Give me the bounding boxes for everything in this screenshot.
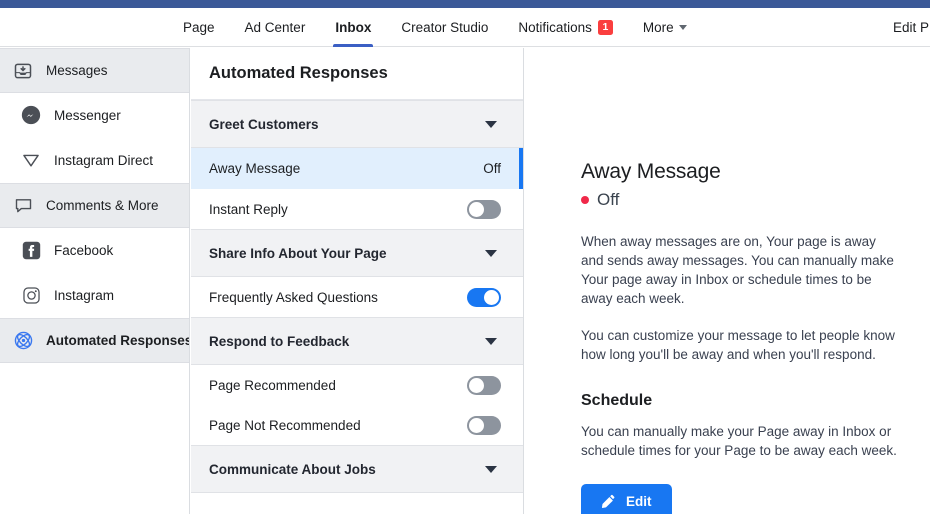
nav-tab-label: More [642, 20, 674, 35]
detail-status: Off [581, 190, 900, 210]
section-header-communicate-about-jobs[interactable]: Communicate About Jobs [191, 445, 523, 493]
sidebar-item-label: Facebook [54, 242, 114, 258]
edit-button-label: Edit [626, 494, 652, 509]
chevron-down-icon[interactable] [485, 465, 497, 473]
sidebar-item-messenger[interactable]: Messenger [0, 93, 189, 138]
toggle-switch[interactable] [467, 375, 501, 395]
list-item-instant-reply[interactable]: Instant Reply [191, 189, 523, 229]
sidebar-item-automated-responses[interactable]: Automated Responses [0, 318, 189, 363]
nav-tab-label: Page [183, 20, 215, 35]
list-item-page-recommended[interactable]: Page Recommended [191, 365, 523, 405]
sidebar-item-label: Instagram [54, 287, 115, 303]
sidebar-item-label: Instagram Direct [54, 152, 154, 168]
automation-atom-icon [12, 330, 34, 352]
sidebar-item-facebook[interactable]: Facebook [0, 228, 189, 273]
list-item-label: Page Not Recommended [209, 417, 361, 433]
toggle-knob [484, 289, 499, 305]
list-item-page-not-recommended[interactable]: Page Not Recommended [191, 405, 523, 445]
detail-status-label: Off [597, 190, 620, 209]
sidebar-item-instagram[interactable]: Instagram [0, 273, 189, 318]
sidebar-item-label: Comments & More [46, 198, 159, 213]
section-header-label: Respond to Feedback [209, 333, 350, 349]
edit-button[interactable]: Edit [581, 484, 672, 514]
section-header-respond-to-feedback[interactable]: Respond to Feedback [191, 317, 523, 365]
detail-title: Away Message [581, 160, 721, 183]
notifications-badge: 1 [597, 20, 613, 35]
sidebar-item-messages[interactable]: Messages [0, 48, 189, 93]
detail-panel: Away Message Off When away messages are … [525, 48, 930, 514]
chevron-down-icon[interactable] [485, 337, 497, 345]
nav-tab-inbox[interactable]: Inbox [320, 8, 386, 47]
schedule-heading: Schedule [581, 392, 653, 409]
nav-tab-more[interactable]: More [628, 8, 702, 47]
list-item-label: Frequently Asked Questions [209, 289, 378, 305]
nav-tab-label: Inbox [335, 20, 372, 35]
detail-paragraph-3: You can manually make your Page away in … [581, 424, 897, 458]
list-item-frequently-asked-questions[interactable]: Frequently Asked Questions [191, 277, 523, 317]
instagram-icon [20, 284, 42, 306]
section-header-label: Share Info About Your Page [209, 245, 387, 261]
list-item-label: Instant Reply [209, 201, 288, 217]
toggle-switch[interactable] [467, 287, 501, 307]
nav-tab-creator-studio[interactable]: Creator Studio [386, 8, 503, 47]
sidebar-item-comments-more[interactable]: Comments & More [0, 183, 189, 228]
nav-tab-notifications[interactable]: Notifications 1 [503, 8, 628, 47]
toggle-switch[interactable] [467, 415, 501, 435]
chevron-down-icon[interactable] [485, 120, 497, 128]
list-item-label: Away Message [209, 161, 301, 176]
status-badge: Off [483, 161, 501, 176]
panel-title: Automated Responses [191, 48, 523, 100]
inbox-tray-icon [12, 60, 34, 82]
nav-tab-label: Notifications [518, 20, 592, 35]
comment-bubble-icon [12, 195, 34, 217]
section-header-label: Greet Customers [209, 116, 319, 132]
messenger-icon [20, 104, 42, 126]
automated-responses-panel: Automated Responses Greet Customers Away … [191, 48, 524, 514]
nav-tab-label: Ad Center [244, 20, 306, 35]
left-sidebar: Messages Messenger Instagram Direct Comment… [0, 48, 190, 514]
list-item-label: Page Recommended [209, 377, 336, 393]
status-dot-icon [581, 196, 589, 204]
nav-tab-ad-center[interactable]: Ad Center [230, 8, 321, 47]
chevron-down-icon[interactable] [485, 249, 497, 257]
toggle-knob [469, 377, 484, 393]
sidebar-item-label: Messages [46, 63, 108, 78]
nav-tab-label: Creator Studio [401, 20, 489, 35]
facebook-icon [20, 239, 42, 261]
toggle-switch[interactable] [467, 199, 501, 219]
nav-items-container: Page Ad Center Inbox Creator Studio Notifica… [168, 8, 702, 47]
list-item-away-message[interactable]: Away Message Off [191, 148, 523, 189]
edit-page-link[interactable]: Edit P [878, 8, 930, 47]
paper-plane-icon [20, 149, 42, 171]
chevron-down-icon [678, 25, 687, 30]
toggle-knob [469, 201, 484, 217]
section-header-share-info-about-your-page[interactable]: Share Info About Your Page [191, 229, 523, 277]
detail-paragraph-1: When away messages are on, Your page is … [581, 234, 894, 306]
toggle-knob [469, 417, 484, 433]
pencil-icon [601, 494, 616, 509]
top-navigation: Page Ad Center Inbox Creator Studio Notifica… [0, 8, 930, 47]
sidebar-item-label: Automated Responses [46, 333, 190, 348]
sidebar-item-instagram-direct[interactable]: Instagram Direct [0, 138, 189, 183]
section-header-label: Communicate About Jobs [209, 461, 376, 477]
facebook-blue-bar [0, 0, 930, 8]
automated-responses-list: Greet Customers Away Message Off Instant Re… [191, 100, 523, 493]
detail-paragraph-2: You can customize your message to let pe… [581, 328, 895, 362]
nav-tab-page[interactable]: Page [168, 8, 230, 47]
sidebar-item-label: Messenger [54, 107, 121, 123]
section-header-greet-customers[interactable]: Greet Customers [191, 100, 523, 148]
page-root: Page Ad Center Inbox Creator Studio Notifica… [0, 0, 930, 514]
